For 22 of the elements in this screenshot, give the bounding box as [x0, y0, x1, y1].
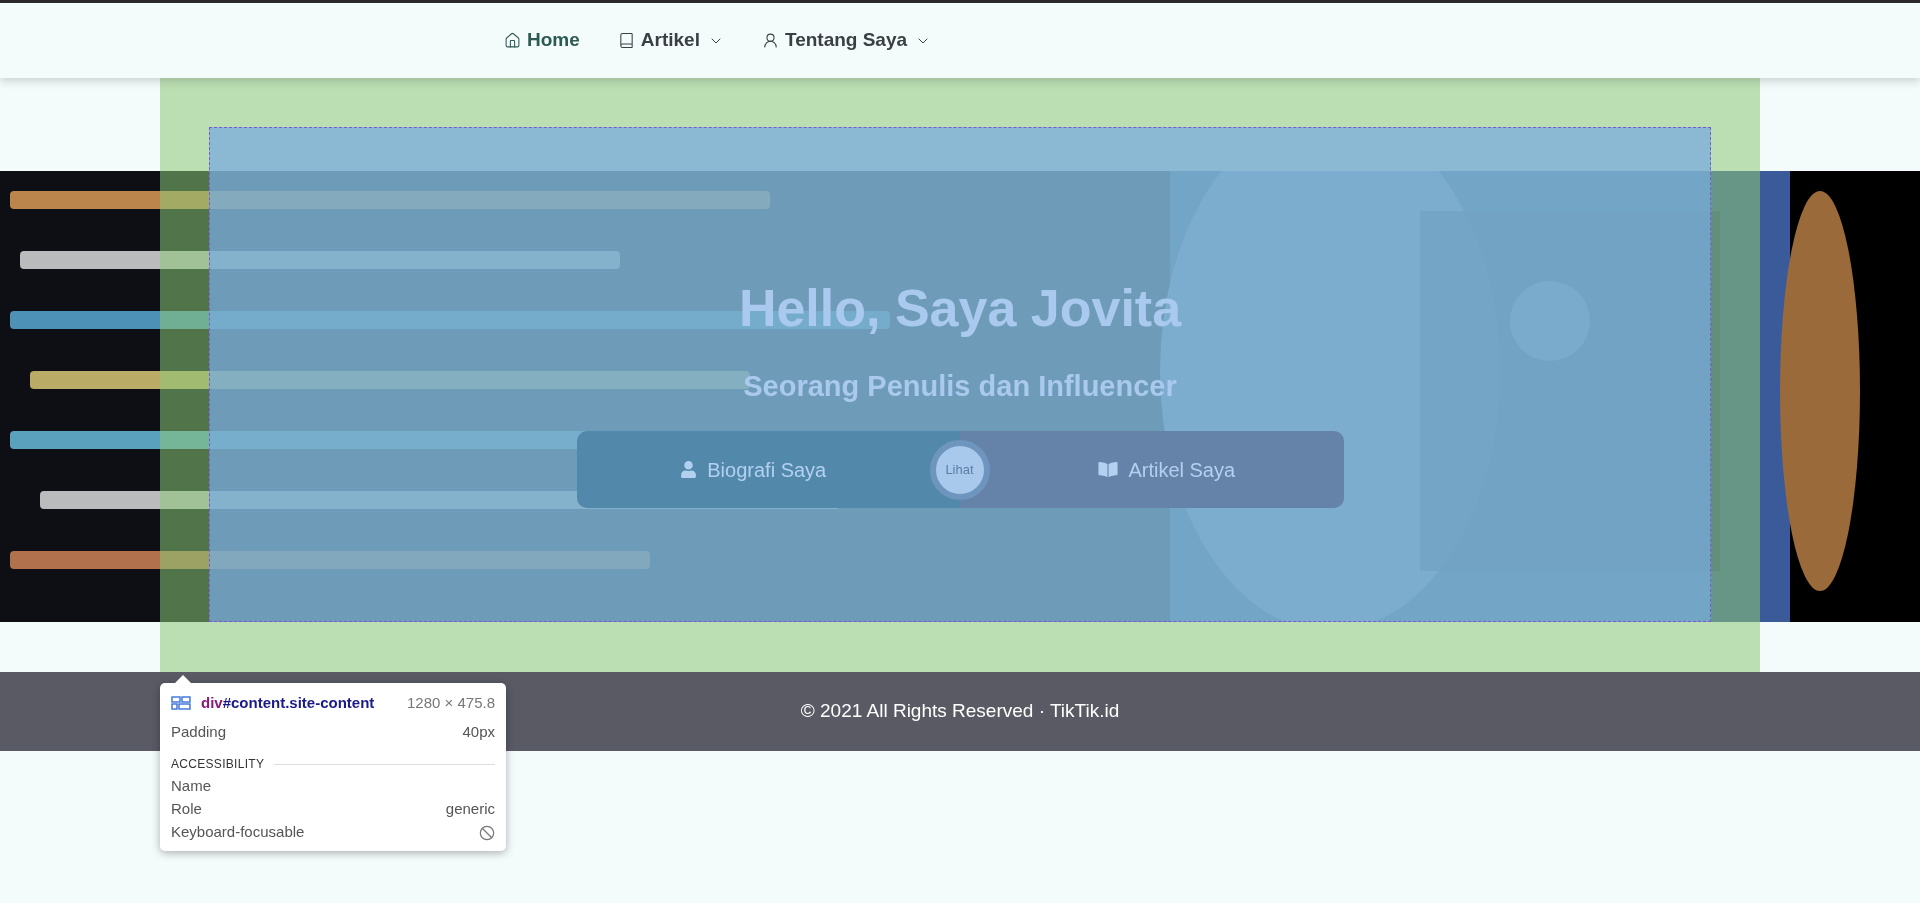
- hero-subtitle: Seorang Penulis dan Influencer: [743, 372, 1177, 401]
- selector-id: #content.site-content: [222, 693, 375, 713]
- book-icon: [1098, 461, 1119, 478]
- element-size: 1280 × 475.8: [407, 693, 495, 713]
- home-icon: [504, 32, 521, 49]
- user-icon: [761, 32, 779, 49]
- property-label: Keyboard-focusable: [171, 822, 305, 843]
- property-label: Role: [171, 799, 202, 820]
- property-label: Name: [171, 776, 211, 797]
- property-value: generic: [445, 799, 495, 820]
- selector-tag: div: [201, 692, 223, 715]
- nav-link[interactable]: Home: [504, 26, 580, 55]
- property-value: 40px: [462, 721, 495, 742]
- blocked-icon: [479, 824, 495, 841]
- copyright-text: © 2021 All Rights Reserved · TikTik.id: [800, 699, 1120, 724]
- nav-link[interactable]: Artikel: [617, 26, 724, 55]
- book-icon: [617, 32, 635, 49]
- layout-icon: [171, 696, 191, 711]
- nav-link[interactable]: Tentang Saya: [761, 26, 932, 55]
- section-heading: ACCESSIBILITY: [171, 756, 265, 773]
- user-icon: [680, 461, 698, 478]
- property-label: Padding: [171, 721, 227, 742]
